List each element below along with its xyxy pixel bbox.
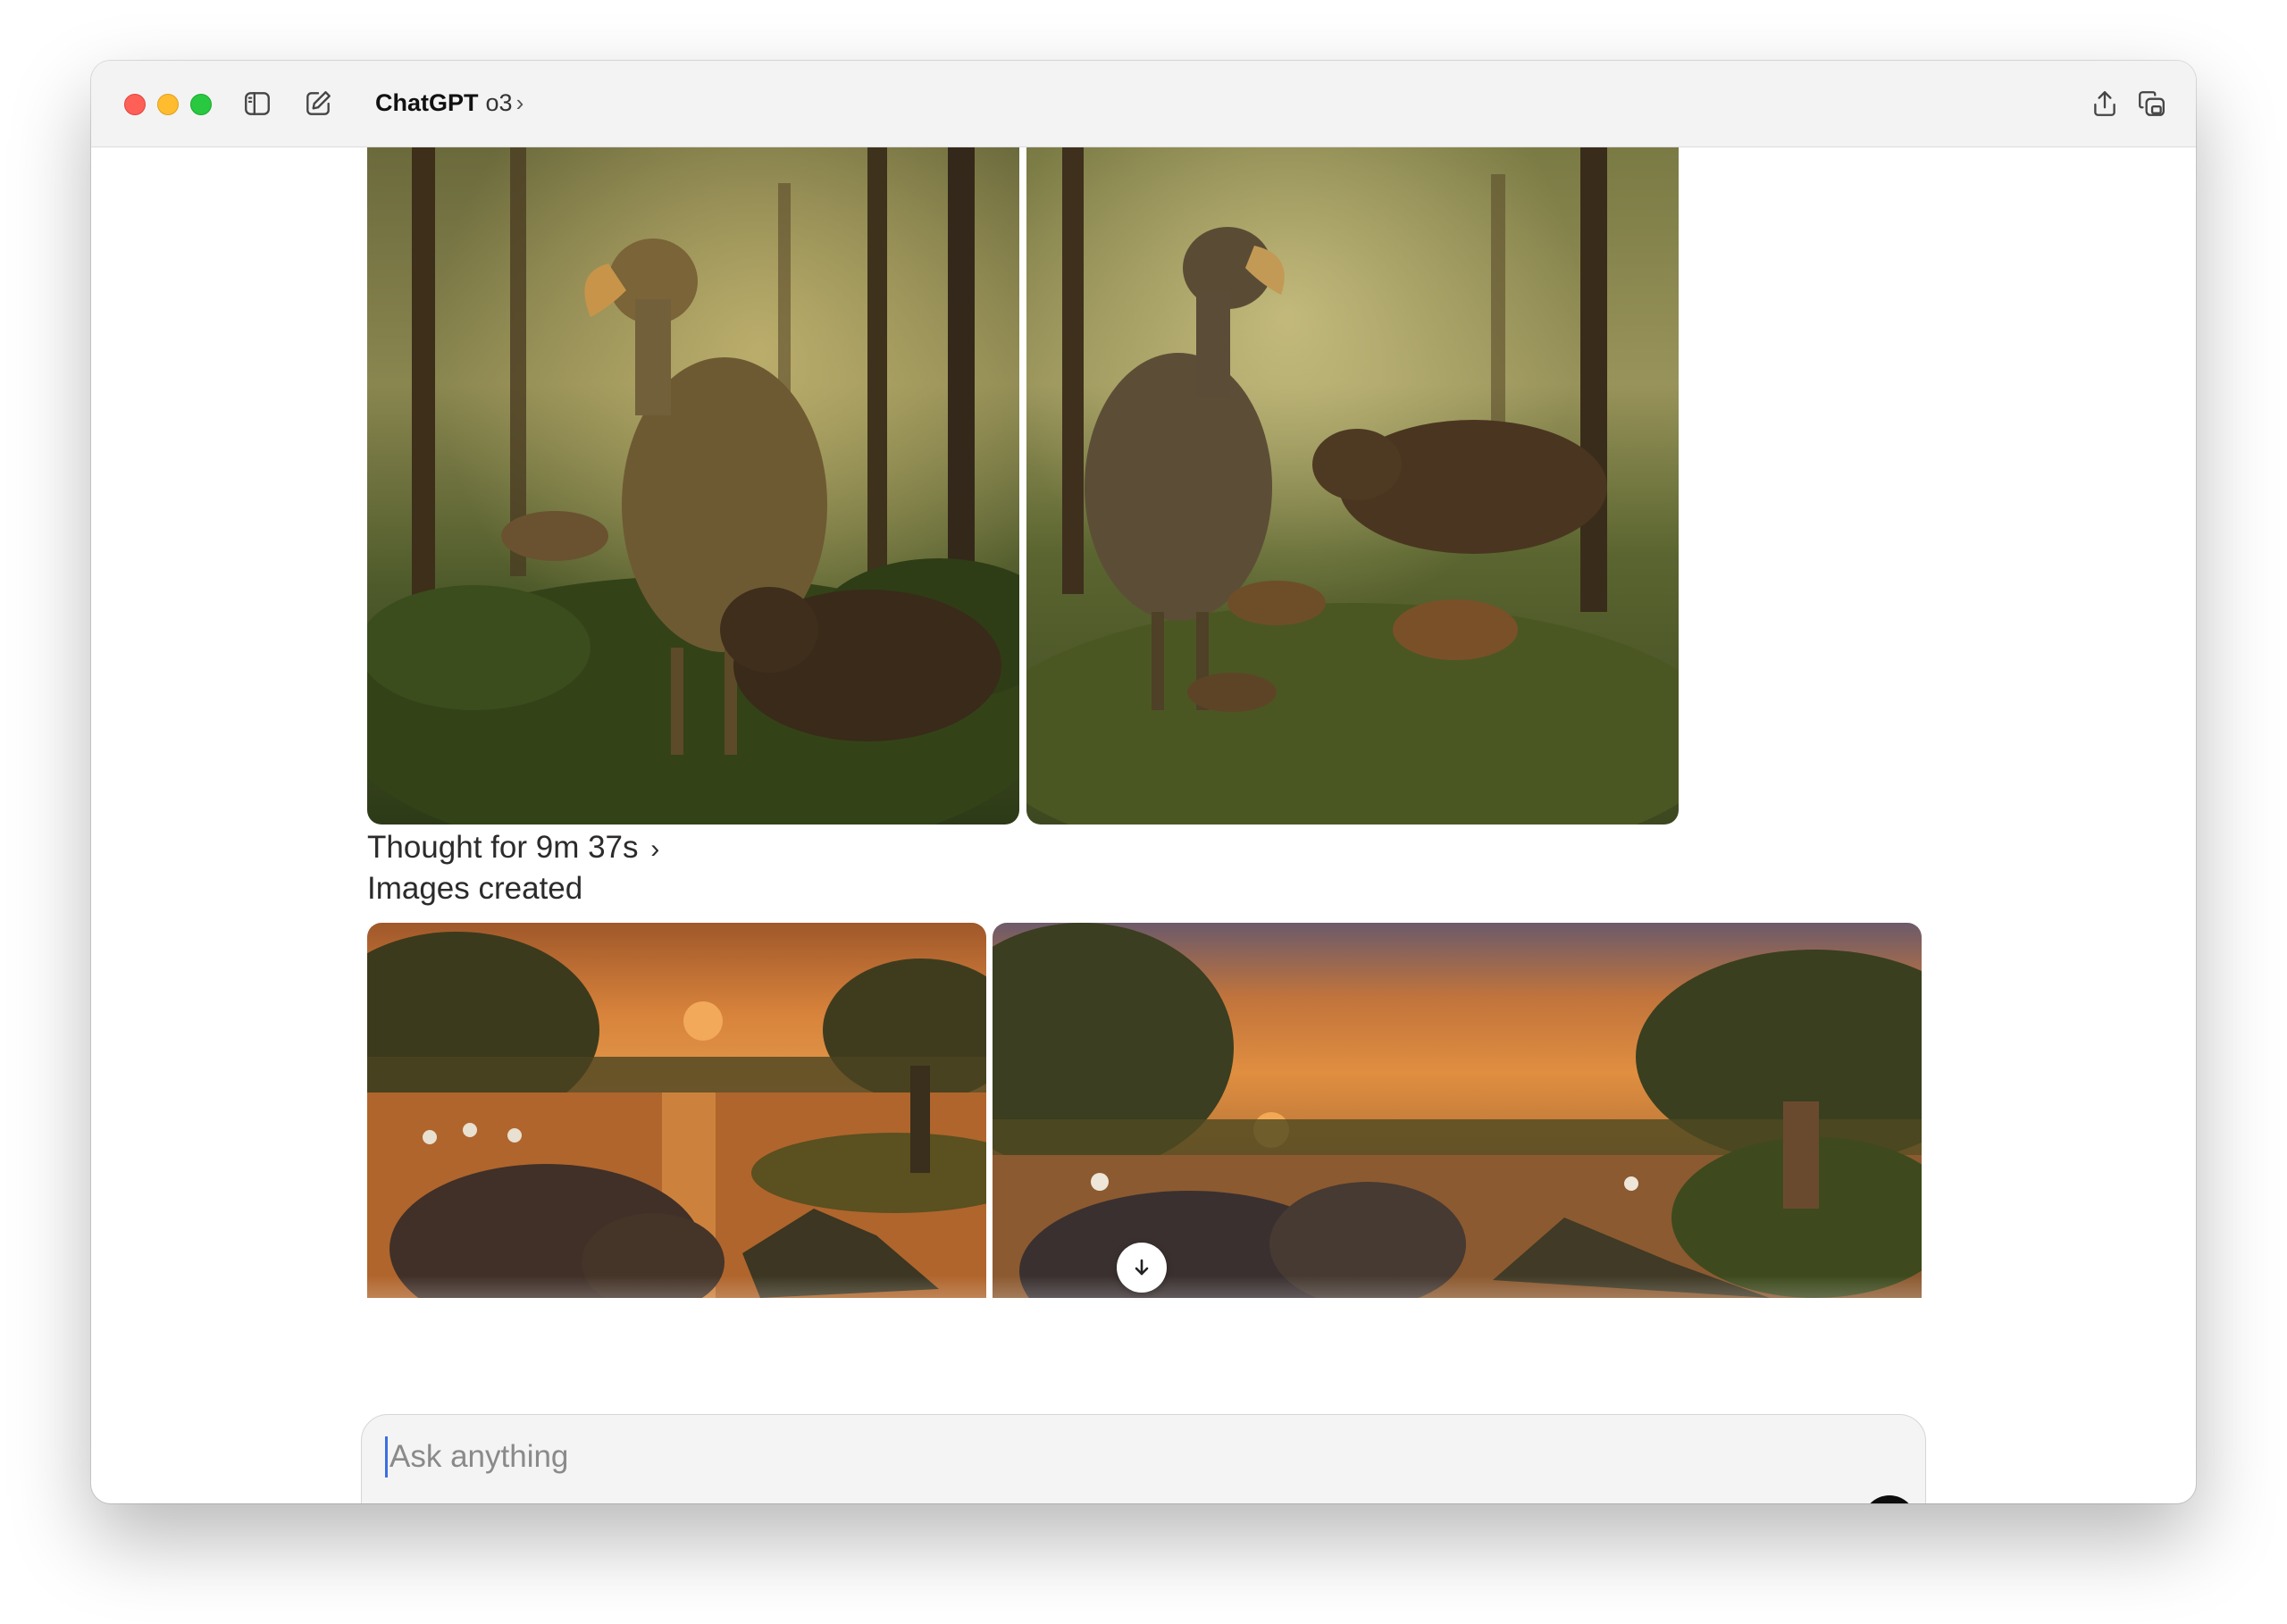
thought-label: Thought for 9m 37s <box>367 830 639 865</box>
attach-button[interactable] <box>383 1499 430 1503</box>
deep-research-button[interactable] <box>490 1499 536 1503</box>
chevron-right-icon: › <box>515 89 524 116</box>
desktop-background: ChatGPT o3 › Thought for 9m 37s › Images… <box>0 0 2287 1624</box>
popout-window-button[interactable] <box>2135 88 2167 120</box>
title-bar: ChatGPT o3 › <box>91 61 2196 147</box>
generated-image-sunset-2[interactable] <box>993 923 1922 1298</box>
model-selector[interactable]: ChatGPT o3 › <box>375 89 524 117</box>
zoom-window-button[interactable] <box>190 94 212 115</box>
images-created-status: Images created <box>367 871 583 906</box>
chevron-right-icon: › <box>650 834 660 864</box>
web-search-button[interactable] <box>437 1499 483 1503</box>
generated-image-sunset-1[interactable] <box>367 923 986 1298</box>
model-label: o3 <box>485 89 513 116</box>
conversation-area: Thought for 9m 37s › Images created Ask … <box>91 147 2196 1503</box>
popout-window-icon <box>2139 91 2165 116</box>
compose-icon <box>306 91 331 115</box>
close-window-button[interactable] <box>124 94 146 115</box>
generated-image-forest-2[interactable] <box>1026 147 1679 825</box>
record-button[interactable] <box>1729 1499 1775 1503</box>
message-input[interactable]: Ask anything <box>385 1436 1730 1478</box>
scroll-to-bottom-button[interactable] <box>1117 1243 1167 1293</box>
model-badge[interactable]: o3 <box>596 1499 642 1503</box>
share-icon <box>2094 91 2115 116</box>
message-composer: Ask anything <box>361 1414 1926 1503</box>
minimize-window-button[interactable] <box>157 94 179 115</box>
sidebar-toggle-button[interactable] <box>241 88 273 120</box>
thought-duration-toggle[interactable]: Thought for 9m 37s › <box>367 830 659 866</box>
dictate-button[interactable] <box>1795 1499 1841 1503</box>
generated-image-forest-1[interactable] <box>367 147 1019 825</box>
sidebar-icon <box>245 92 270 115</box>
chatgpt-window: ChatGPT o3 › Thought for 9m 37s › Images… <box>91 61 2196 1503</box>
app-title: ChatGPT <box>375 89 479 116</box>
share-button[interactable] <box>2089 88 2121 120</box>
arrow-down-icon <box>1135 1259 1149 1276</box>
voice-mode-button[interactable] <box>1863 1495 1916 1503</box>
new-chat-button[interactable] <box>302 88 334 120</box>
operator-button[interactable] <box>542 1499 589 1503</box>
